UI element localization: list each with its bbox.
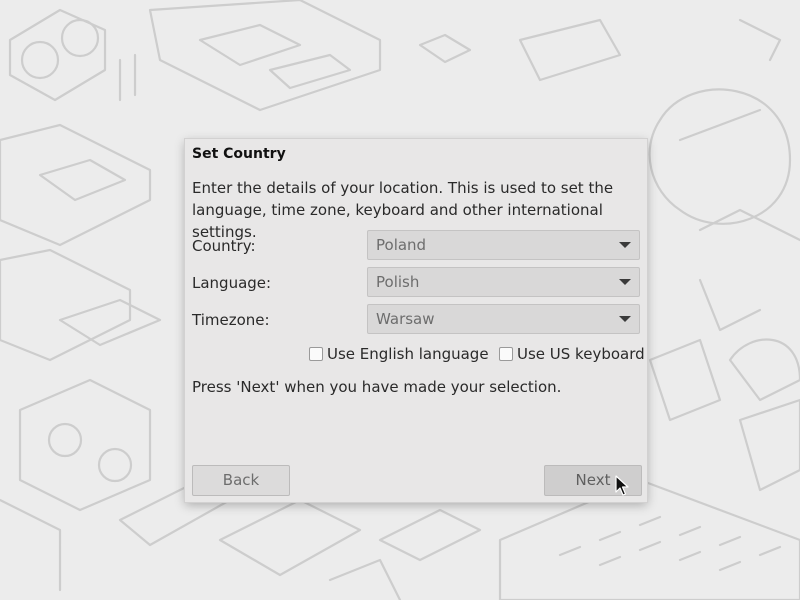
country-dropdown[interactable]: Poland xyxy=(367,230,640,260)
timezone-label: Timezone: xyxy=(192,311,270,329)
timezone-value: Warsaw xyxy=(376,310,435,328)
use-english-language-checkbox[interactable] xyxy=(309,347,323,361)
language-value: Polish xyxy=(376,273,420,291)
chevron-down-icon xyxy=(619,242,631,248)
dialog-title: Set Country xyxy=(192,146,286,162)
selection-hint: Press 'Next' when you have made your sel… xyxy=(192,378,562,396)
chevron-down-icon xyxy=(619,279,631,285)
chevron-down-icon xyxy=(619,316,631,322)
back-button[interactable]: Back xyxy=(192,465,290,496)
country-value: Poland xyxy=(376,236,427,254)
use-us-keyboard-label: Use US keyboard xyxy=(517,345,645,363)
use-english-language-label: Use English language xyxy=(327,345,489,363)
use-us-keyboard-checkbox[interactable] xyxy=(499,347,513,361)
set-country-dialog: Set Country Enter the details of your lo… xyxy=(185,139,647,502)
timezone-dropdown[interactable]: Warsaw xyxy=(367,304,640,334)
next-button[interactable]: Next xyxy=(544,465,642,496)
language-dropdown[interactable]: Polish xyxy=(367,267,640,297)
country-label: Country: xyxy=(192,237,256,255)
language-label: Language: xyxy=(192,274,272,292)
